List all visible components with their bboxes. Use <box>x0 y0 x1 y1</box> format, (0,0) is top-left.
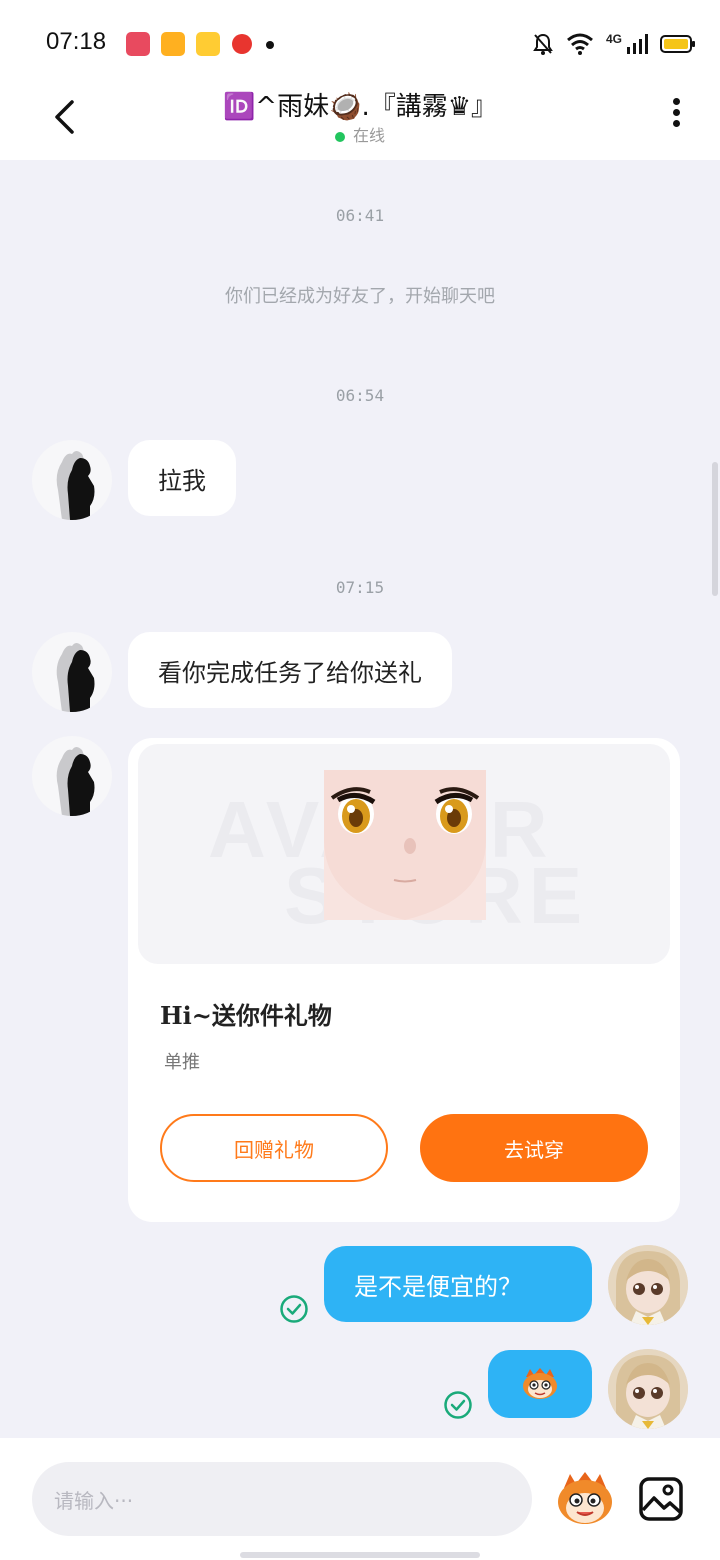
silhouette-icon <box>56 747 95 816</box>
contact-avatar[interactable] <box>32 736 112 816</box>
self-avatar[interactable] <box>608 1245 688 1325</box>
system-message: 你们已经成为好友了，开始聊天吧 <box>225 286 495 307</box>
silent-bell-icon <box>533 33 553 55</box>
return-gift-button[interactable]: 回赠礼物 <box>160 1114 388 1182</box>
status-bar: 07:18 4G <box>0 0 720 80</box>
gift-title: Hi~送你件礼物 <box>160 1001 332 1030</box>
network-label: 4G <box>605 32 622 46</box>
notification-dot-icon <box>266 41 274 49</box>
signal-icon <box>627 34 648 54</box>
gift-image[interactable]: AVATAR STORE <box>138 744 670 964</box>
contact-avatar[interactable] <box>32 632 112 712</box>
silhouette-icon <box>56 451 95 520</box>
more-dot <box>672 120 680 127</box>
message-input[interactable]: 请输入··· <box>32 1462 532 1536</box>
doll-avatar-icon <box>608 1349 688 1429</box>
status-right: 4G <box>532 30 696 58</box>
status-time: 07:18 <box>46 28 107 55</box>
scrollbar[interactable] <box>712 462 718 596</box>
tv-app-icon <box>161 32 185 56</box>
message-bubble[interactable]: 拉我 <box>128 440 236 516</box>
chat-area[interactable]: 06:41 你们已经成为好友了，开始聊天吧 06:54 拉我 07:15 看你完… <box>0 160 720 1438</box>
weibo-icon <box>196 32 220 56</box>
monkey-sticker-icon <box>523 1368 557 1399</box>
more-button[interactable] <box>666 94 686 134</box>
doll-avatar-icon <box>608 1245 688 1325</box>
online-status-label: 在线 <box>352 126 385 145</box>
image-button[interactable] <box>638 1476 684 1522</box>
self-avatar[interactable] <box>608 1349 688 1429</box>
read-check-icon <box>280 1295 308 1323</box>
gift-card[interactable]: AVATAR STORE <box>128 738 680 1222</box>
contact-name: 🆔^雨妹🥥.『講霧♛』 <box>222 92 498 122</box>
sticker-bubble[interactable] <box>488 1350 592 1418</box>
emoji-button[interactable] <box>554 1468 616 1530</box>
timestamp: 06:54 <box>335 386 385 405</box>
music-app-icon <box>232 34 252 54</box>
timestamp: 06:41 <box>335 206 385 225</box>
battery-icon <box>660 35 695 53</box>
wifi-icon <box>567 33 593 55</box>
avatar-face-image <box>324 770 486 920</box>
more-dot <box>672 109 680 116</box>
timestamp: 07:15 <box>335 578 385 597</box>
face-icon <box>324 770 486 920</box>
gift-subtitle: 单推 <box>164 1052 200 1073</box>
online-status: 在线 <box>0 122 720 146</box>
image-icon <box>639 1477 683 1521</box>
silhouette-icon <box>56 643 95 712</box>
read-check-icon <box>444 1391 472 1419</box>
chat-header: 🆔^雨妹🥥.『講霧♛』 在线 <box>0 80 720 160</box>
try-on-button[interactable]: 去试穿 <box>420 1114 648 1182</box>
home-indicator[interactable] <box>240 1552 480 1558</box>
contact-avatar[interactable] <box>32 440 112 520</box>
more-vertical-icon <box>672 98 680 105</box>
message-bubble[interactable]: 看你完成任务了给你送礼 <box>128 632 452 708</box>
emoji-icon <box>558 1472 612 1524</box>
online-dot-icon <box>334 131 345 142</box>
video-app-icon <box>126 32 150 56</box>
message-bubble-self[interactable]: 是不是便宜的？ <box>324 1246 592 1322</box>
input-bar: 请输入··· <box>0 1438 720 1560</box>
